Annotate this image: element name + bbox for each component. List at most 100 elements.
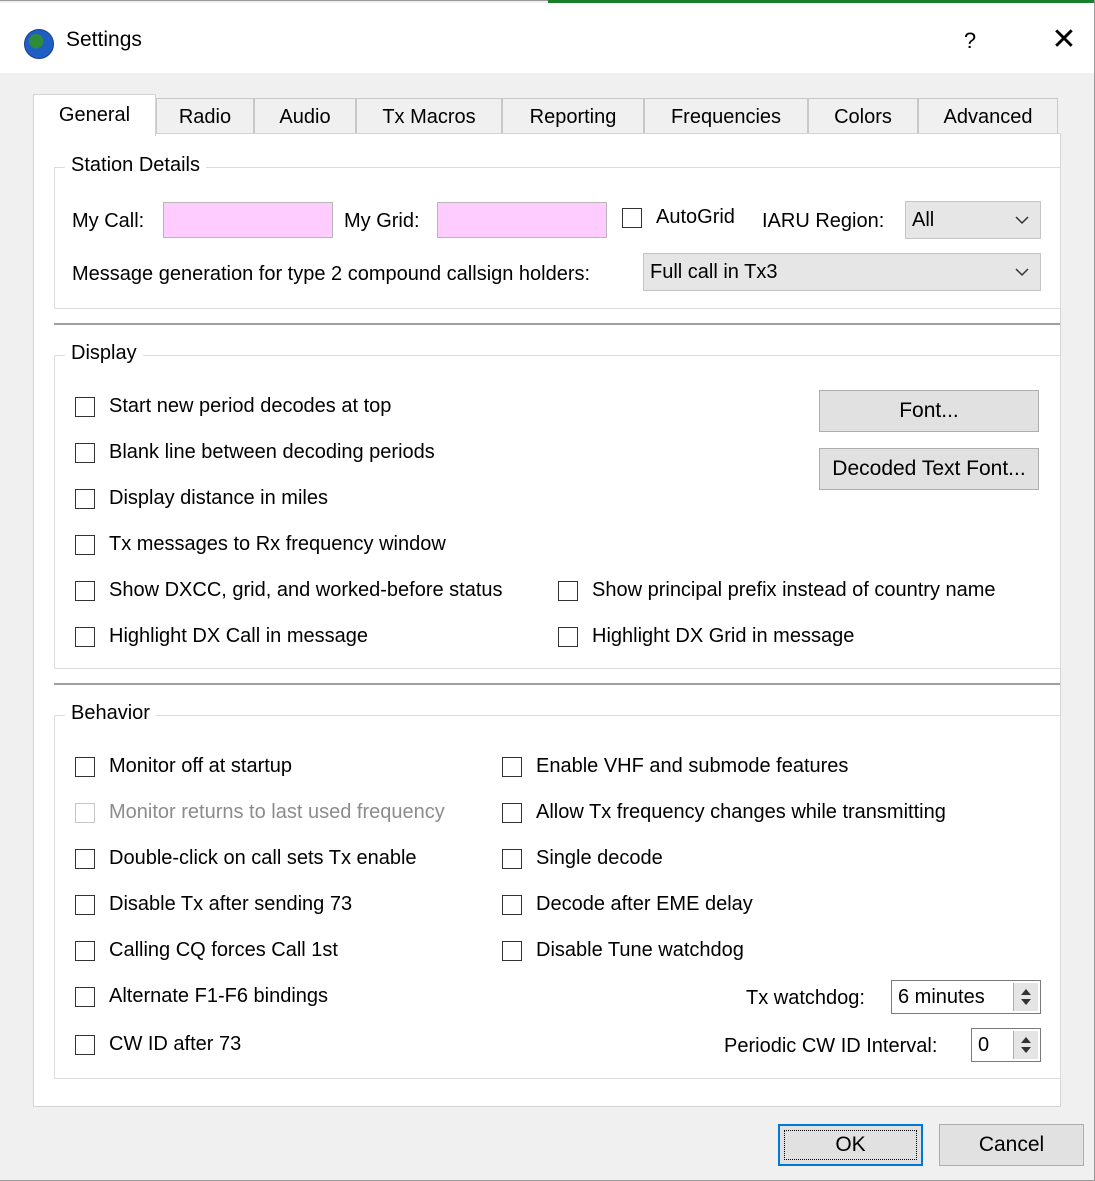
checkbox-box[interactable] [75, 848, 95, 869]
tab-radio[interactable]: Radio [156, 98, 254, 134]
decode-eme-delay-checkbox[interactable]: Decode after EME delay [502, 893, 753, 916]
checkbox-box[interactable] [75, 756, 95, 777]
iaru-region-select[interactable]: All [905, 201, 1041, 239]
checkbox-label: Decode after EME delay [536, 893, 753, 915]
checkbox-label: Monitor off at startup [109, 755, 293, 777]
chevron-down-icon [1015, 216, 1029, 225]
disable-tx-73-checkbox[interactable]: Disable Tx after sending 73 [75, 893, 352, 916]
checkbox-box[interactable] [75, 894, 95, 915]
tab-audio[interactable]: Audio [254, 98, 356, 134]
checkbox-box[interactable] [502, 802, 522, 823]
monitor-off-startup-checkbox[interactable]: Monitor off at startup [75, 755, 292, 778]
checkbox-box[interactable] [502, 848, 522, 869]
focus-rect [784, 1130, 917, 1160]
checkbox-box[interactable] [502, 940, 522, 961]
checkbox-box[interactable] [75, 580, 95, 601]
spin-arrows-icon[interactable] [1013, 1031, 1038, 1059]
disable-tune-watchdog-checkbox[interactable]: Disable Tune watchdog [502, 939, 744, 962]
checkbox-box[interactable] [75, 396, 95, 417]
my-call-label: My Call: [72, 210, 145, 232]
principal-prefix-checkbox[interactable]: Show principal prefix instead of country… [558, 579, 996, 602]
my-call-input[interactable] [163, 202, 333, 238]
start-new-period-checkbox[interactable]: Start new period decodes at top [75, 395, 391, 418]
my-grid-label: My Grid: [344, 210, 420, 232]
tab-general[interactable]: General [33, 94, 156, 136]
alternate-bindings-checkbox[interactable]: Alternate F1-F6 bindings [75, 985, 328, 1008]
checkbox-box[interactable] [75, 1034, 95, 1055]
checkbox-label: Allow Tx frequency changes while transmi… [536, 801, 946, 823]
checkbox-box[interactable] [75, 488, 95, 509]
checkbox-label: Show principal prefix instead of country… [592, 579, 996, 601]
autogrid-checkbox[interactable]: AutoGrid [622, 206, 735, 229]
close-icon[interactable]: ✕ [1047, 23, 1081, 57]
behavior-legend: Behavior [65, 702, 156, 725]
checkbox-box[interactable] [622, 207, 642, 228]
tab-label: Reporting [529, 106, 617, 128]
decoded-text-font-button[interactable]: Decoded Text Font... [819, 448, 1039, 490]
message-generation-label: Message generation for type 2 compound c… [72, 263, 591, 285]
checkbox-box[interactable] [75, 534, 95, 555]
show-dxcc-checkbox[interactable]: Show DXCC, grid, and worked-before statu… [75, 579, 503, 602]
checkbox-label: Monitor returns to last used frequency [109, 801, 445, 823]
blank-line-checkbox[interactable]: Blank line between decoding periods [75, 441, 435, 464]
tab-reporting[interactable]: Reporting [502, 98, 644, 134]
tx-to-rx-window-checkbox[interactable]: Tx messages to Rx frequency window [75, 533, 446, 556]
checkbox-label: Display distance in miles [109, 487, 328, 509]
select-value: Full call in Tx3 [650, 261, 778, 283]
cw-id-interval-spinbox[interactable]: 0 [971, 1028, 1041, 1062]
title-bar[interactable]: Settings ? ✕ [0, 3, 1094, 73]
app-globe-icon [24, 29, 54, 59]
spin-arrows-icon[interactable] [1013, 983, 1038, 1011]
ok-button[interactable]: OK [778, 1124, 923, 1166]
checkbox-box[interactable] [75, 626, 95, 647]
tab-colors[interactable]: Colors [808, 98, 918, 134]
tab-label: Advanced [943, 106, 1033, 128]
checkbox-label: Highlight DX Call in message [109, 625, 369, 647]
checkbox-box[interactable] [75, 442, 95, 463]
display-legend: Display [65, 342, 143, 365]
allow-tx-freq-changes-checkbox[interactable]: Allow Tx frequency changes while transmi… [502, 801, 946, 824]
checkbox-label: Start new period decodes at top [109, 395, 392, 417]
checkbox-box[interactable] [75, 940, 95, 961]
checkbox-label: Single decode [536, 847, 663, 869]
font-button[interactable]: Font... [819, 390, 1039, 432]
calling-cq-checkbox[interactable]: Calling CQ forces Call 1st [75, 939, 338, 962]
checkbox-label: Disable Tune watchdog [536, 939, 744, 961]
iaru-region-label: IARU Region: [762, 210, 885, 232]
tab-advanced[interactable]: Advanced [918, 98, 1058, 134]
help-button[interactable]: ? [955, 25, 985, 57]
checkbox-box[interactable] [502, 894, 522, 915]
checkbox-box[interactable] [502, 756, 522, 777]
message-generation-select[interactable]: Full call in Tx3 [643, 253, 1041, 291]
checkbox-label: CW ID after 73 [109, 1033, 242, 1055]
distance-miles-checkbox[interactable]: Display distance in miles [75, 487, 328, 510]
checkbox-box[interactable] [558, 626, 578, 647]
checkbox-box[interactable] [558, 580, 578, 601]
settings-dialog: Settings ? ✕ General Radio Audio Tx Macr… [0, 0, 1095, 1181]
enable-vhf-checkbox[interactable]: Enable VHF and submode features [502, 755, 848, 778]
cancel-button[interactable]: Cancel [939, 1124, 1084, 1166]
highlight-dx-call-checkbox[interactable]: Highlight DX Call in message [75, 625, 368, 648]
my-grid-input[interactable] [437, 202, 607, 238]
checkbox-label: Enable VHF and submode features [536, 755, 849, 777]
checkbox-label: Calling CQ forces Call 1st [109, 939, 338, 961]
checkbox-label: Tx messages to Rx frequency window [109, 533, 446, 555]
section-divider [54, 323, 1060, 325]
checkbox-label: Double-click on call sets Tx enable [109, 847, 417, 869]
cw-id-interval-label: Periodic CW ID Interval: [724, 1035, 938, 1057]
spinbox-value: 6 minutes [898, 986, 985, 1008]
spinbox-value: 0 [978, 1034, 990, 1056]
checkbox-label: Show DXCC, grid, and worked-before statu… [109, 579, 503, 601]
tab-label: Audio [279, 106, 331, 128]
single-decode-checkbox[interactable]: Single decode [502, 847, 663, 870]
tab-label: Radio [178, 106, 232, 128]
tab-label: Colors [834, 106, 892, 128]
highlight-dx-grid-checkbox[interactable]: Highlight DX Grid in message [558, 625, 854, 648]
tx-watchdog-spinbox[interactable]: 6 minutes [891, 980, 1041, 1014]
double-click-call-checkbox[interactable]: Double-click on call sets Tx enable [75, 847, 417, 870]
tab-frequencies[interactable]: Frequencies [644, 98, 808, 134]
checkbox-box[interactable] [75, 986, 95, 1007]
cw-id-after-73-checkbox[interactable]: CW ID after 73 [75, 1033, 241, 1056]
tab-label: Tx Macros [382, 106, 476, 128]
tab-tx-macros[interactable]: Tx Macros [356, 98, 502, 134]
